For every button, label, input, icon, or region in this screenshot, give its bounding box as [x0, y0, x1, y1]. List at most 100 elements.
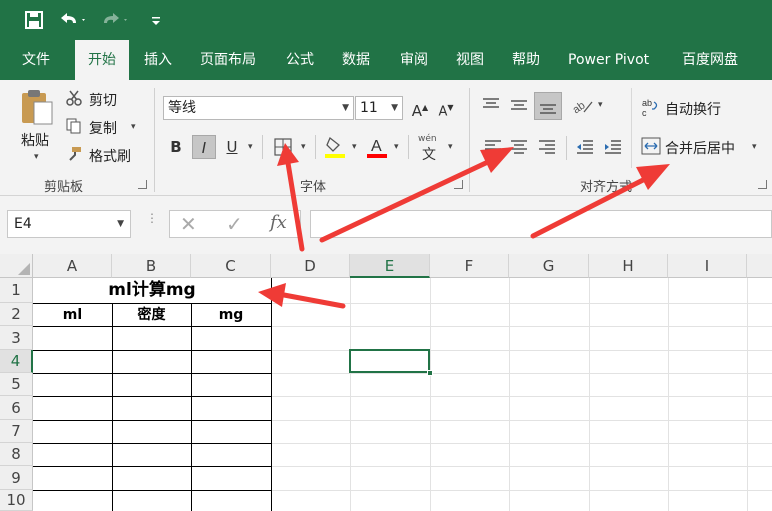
- underline-dropdown-icon[interactable]: ▾: [248, 142, 253, 152]
- merged-title-cell[interactable]: ml计算mg: [33, 278, 271, 303]
- decrease-font-icon[interactable]: A▼: [434, 96, 458, 120]
- font-group-label: 字体: [300, 180, 327, 195]
- cancel-icon[interactable]: ✕: [180, 212, 197, 236]
- tab-view[interactable]: 视图: [450, 40, 490, 80]
- tab-page-layout[interactable]: 页面布局: [194, 40, 262, 80]
- tab-insert[interactable]: 插入: [138, 40, 178, 80]
- paste-button[interactable]: 粘贴: [21, 130, 49, 150]
- table-border: [33, 396, 272, 397]
- column-header-selected[interactable]: E: [350, 254, 430, 278]
- font-name-combo[interactable]: 等线 ▼: [163, 96, 354, 120]
- row-header[interactable]: 1: [0, 278, 33, 303]
- name-box[interactable]: E4 ▼: [7, 210, 131, 238]
- cell-c2[interactable]: mg: [191, 304, 271, 326]
- fill-color-dropdown-icon[interactable]: ▾: [352, 142, 357, 152]
- row-header[interactable]: 8: [0, 443, 33, 466]
- increase-font-icon[interactable]: A▲: [408, 96, 432, 120]
- gridline: [271, 350, 772, 351]
- save-icon[interactable]: [22, 8, 46, 32]
- column-header[interactable]: B: [112, 254, 191, 278]
- align-top-icon[interactable]: [480, 94, 502, 116]
- tab-power-pivot[interactable]: Power Pivot: [562, 40, 655, 80]
- gridline: [509, 278, 510, 511]
- tab-home[interactable]: 开始: [75, 40, 129, 80]
- underline-button[interactable]: U: [220, 135, 244, 159]
- merge-center-button[interactable]: 合并后居中: [665, 138, 735, 158]
- fill-color-icon[interactable]: [324, 135, 346, 159]
- font-color-icon[interactable]: A: [366, 135, 388, 159]
- tab-file[interactable]: 文件: [16, 40, 56, 80]
- phonetic-dropdown-icon[interactable]: ▾: [448, 142, 453, 152]
- align-center-icon[interactable]: [508, 136, 530, 158]
- copy-dropdown-icon[interactable]: ▾: [131, 122, 136, 132]
- tab-baidu-netdisk[interactable]: 百度网盘: [676, 40, 744, 80]
- column-header[interactable]: A: [33, 254, 112, 278]
- enter-icon[interactable]: ✓: [226, 212, 243, 236]
- merge-center-dropdown-icon[interactable]: ▾: [752, 142, 757, 152]
- undo-icon[interactable]: [58, 8, 88, 32]
- fill-handle[interactable]: [427, 370, 433, 376]
- column-header[interactable]: C: [191, 254, 271, 278]
- align-bottom-icon[interactable]: [534, 92, 562, 120]
- alignment-launcher-icon[interactable]: [758, 180, 767, 189]
- font-size-combo[interactable]: 11 ▼: [355, 96, 403, 120]
- column-header-partial[interactable]: [747, 254, 772, 278]
- tab-review[interactable]: 审阅: [394, 40, 434, 80]
- row-header[interactable]: 5: [0, 373, 33, 396]
- column-header[interactable]: F: [430, 254, 509, 278]
- row-header[interactable]: 10: [0, 490, 33, 511]
- copy-button[interactable]: 复制: [89, 118, 117, 138]
- align-right-icon[interactable]: [536, 136, 558, 158]
- formula-input[interactable]: [310, 210, 772, 238]
- selected-cell[interactable]: [349, 349, 430, 373]
- customize-icon[interactable]: [148, 8, 164, 32]
- separator: [315, 135, 316, 159]
- tab-help[interactable]: 帮助: [506, 40, 546, 80]
- decrease-indent-icon[interactable]: [574, 136, 596, 158]
- cell-a2[interactable]: ml: [33, 304, 112, 326]
- wrap-text-icon: ab c: [642, 97, 660, 118]
- clipboard-launcher-icon[interactable]: [138, 180, 147, 189]
- tab-data[interactable]: 数据: [336, 40, 376, 80]
- align-middle-icon[interactable]: [508, 94, 530, 116]
- orientation-icon[interactable]: ab: [570, 94, 594, 116]
- border-icon[interactable]: [273, 137, 293, 157]
- font-color-dropdown-icon[interactable]: ▾: [394, 142, 399, 152]
- row-header[interactable]: 2: [0, 303, 33, 326]
- format-painter-icon: [66, 146, 82, 162]
- wrap-text-button[interactable]: 自动换行: [665, 99, 721, 119]
- column-header[interactable]: H: [589, 254, 668, 278]
- insert-function-icon[interactable]: fx: [270, 212, 287, 233]
- column-header[interactable]: G: [509, 254, 589, 278]
- row-header-selected[interactable]: 4: [0, 350, 33, 373]
- chevron-down-icon: ▼: [342, 103, 349, 113]
- border-dropdown-icon[interactable]: ▾: [301, 142, 306, 152]
- column-header[interactable]: D: [271, 254, 350, 278]
- select-all-button[interactable]: [0, 254, 33, 278]
- gridline: [668, 278, 669, 511]
- svg-text:c: c: [642, 108, 647, 117]
- redo-icon[interactable]: [102, 8, 132, 32]
- paste-icon[interactable]: [18, 88, 58, 128]
- cut-button[interactable]: 剪切: [89, 90, 117, 110]
- row-header[interactable]: 3: [0, 326, 33, 350]
- row-header[interactable]: 6: [0, 396, 33, 420]
- format-painter-button[interactable]: 格式刷: [89, 146, 131, 166]
- tab-formulas[interactable]: 公式: [280, 40, 320, 80]
- name-box-value: E4: [14, 216, 32, 232]
- column-header[interactable]: I: [668, 254, 747, 278]
- align-left-icon[interactable]: [482, 136, 504, 158]
- orientation-dropdown-icon[interactable]: ▾: [598, 100, 603, 110]
- worksheet-grid[interactable]: A B C D E F G H I 1 2 3 4 5 6 7 8 9 10 m…: [0, 254, 772, 511]
- row-header[interactable]: 9: [0, 466, 33, 490]
- bold-button[interactable]: B: [164, 135, 188, 159]
- paste-dropdown-icon[interactable]: ▾: [34, 152, 39, 162]
- formula-bar: E4 ▼ ⋮ ✕ ✓ fx: [0, 196, 772, 254]
- phonetic-guide-icon[interactable]: wén: [418, 134, 437, 144]
- italic-button[interactable]: I: [192, 135, 216, 159]
- increase-indent-icon[interactable]: [602, 136, 624, 158]
- font-launcher-icon[interactable]: [454, 180, 463, 189]
- cell-b2[interactable]: 密度: [112, 304, 191, 326]
- ribbon: 粘贴 ▾ 剪切 复制 ▾ 格式刷 剪贴板 等线 ▼ 11 ▼ A▲ A▼ B I…: [0, 80, 772, 196]
- row-header[interactable]: 7: [0, 420, 33, 443]
